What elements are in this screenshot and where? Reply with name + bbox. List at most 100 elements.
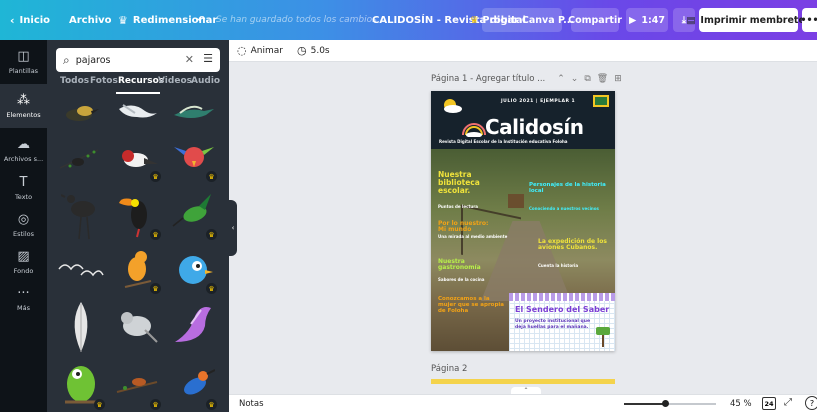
duplicate-icon[interactable]: ⧉ — [584, 74, 596, 84]
more-options-button[interactable]: ••• — [800, 8, 817, 32]
page-2[interactable] — [431, 379, 615, 384]
animate-button[interactable]: ◌ Animar — [237, 44, 283, 57]
help-icon[interactable]: ? — [805, 396, 817, 410]
graphic-bird-4[interactable] — [55, 134, 107, 184]
print-icon: ▤ — [686, 14, 696, 26]
graphic-bird-9[interactable]: ♛ — [167, 186, 219, 242]
home-button[interactable]: ‹ Inicio — [10, 0, 50, 40]
graphic-bird-10[interactable] — [55, 244, 107, 296]
zoom-slider-knob[interactable] — [662, 400, 669, 407]
bird-illustration — [61, 194, 95, 240]
headline-our-world-sub: Una mirada al medio ambiente — [438, 234, 508, 239]
bird-illustration — [59, 149, 99, 169]
headline-gastronomy: Nuestra gastronomía — [438, 258, 481, 272]
page-count-button[interactable]: 24 — [762, 397, 776, 410]
tab-all[interactable]: Todos — [60, 76, 89, 86]
sun-cloud-icon — [444, 99, 462, 113]
rail-item-more[interactable]: ··· Más — [0, 277, 47, 321]
graphic-bird-7[interactable] — [55, 186, 107, 242]
box-border-pattern — [509, 293, 615, 301]
magazine-subtitle: Revista Digital Escolar de la Institució… — [439, 139, 568, 144]
rail-item-templates[interactable]: ◫ Plantillas — [0, 40, 47, 84]
tab-photos[interactable]: Fotos — [90, 76, 118, 86]
template-icon: ◫ — [17, 48, 30, 64]
graphic-parrot[interactable]: ♛ — [55, 356, 107, 412]
chevron-up-icon: ⌃ — [523, 387, 529, 394]
chevron-up-icon[interactable]: ⌃ — [557, 74, 571, 84]
search-box: ⌕ ✕ ☰ — [56, 48, 220, 72]
left-rail: ◫ Plantillas ⁂ Elementos ☁ Archivos s... TT… — [0, 40, 47, 412]
zoom-level[interactable]: 45 % — [730, 399, 752, 409]
trash-icon[interactable]: 🗑 — [597, 74, 614, 84]
page-1-title[interactable]: Página 1 - Agregar título ... — [431, 74, 545, 84]
results-grid: ♛ ♛ ♛ ♛ ♛ ♛ ♛ ♛ ♛ — [53, 94, 223, 412]
notes-button[interactable]: Notas — [239, 399, 264, 409]
sendero-text: Un proyecto institucional que deja huell… — [515, 319, 591, 330]
graphic-kingfisher[interactable]: ♛ — [167, 356, 219, 412]
tree-sign-icon — [596, 327, 610, 347]
pro-crown-icon: ♛ — [150, 399, 161, 410]
filter-icon[interactable]: ☰ — [203, 52, 213, 65]
crown-icon: ♛ — [118, 13, 128, 27]
graphic-bird-6[interactable]: ♛ — [167, 134, 219, 184]
sketch-bird-illustration — [121, 312, 158, 343]
graphic-bird-11[interactable]: ♛ — [111, 244, 163, 296]
graphic-bird-3[interactable] — [167, 88, 219, 138]
top-bar: ‹ Inicio Archivo ♛ Redimensionar ↶ Se han … — [0, 0, 817, 40]
graphic-bird-2[interactable] — [111, 88, 163, 138]
page-1[interactable]: JULIO 2021 | EJEMPLAR 1 Calidosín Revist… — [431, 91, 615, 351]
undo-icon: ↶ — [197, 14, 206, 26]
fullscreen-icon[interactable]: ⤢ — [784, 397, 792, 408]
share-button[interactable]: Compartir — [568, 8, 622, 32]
clear-icon[interactable]: ✕ — [185, 53, 194, 66]
chevron-left-icon: ‹ — [231, 224, 235, 232]
pro-crown-icon: ♛ — [206, 283, 217, 294]
pro-crown-icon: ♛ — [150, 171, 161, 182]
search-input[interactable] — [75, 54, 176, 66]
play-icon: ▶ — [629, 14, 637, 26]
graphic-feather[interactable] — [55, 298, 107, 356]
graphic-bird-12[interactable]: ♛ — [167, 244, 219, 296]
collapse-panel-button[interactable]: ‹ — [229, 200, 237, 256]
try-canva-pro-button[interactable]: ♛ Probar Canva P... — [470, 8, 574, 32]
elements-panel: ⌕ ✕ ☰ Todos Fotos Recursos Videos Audio … — [47, 40, 229, 412]
graphic-bird-14[interactable] — [167, 298, 219, 356]
bird-illustration — [174, 105, 214, 118]
design-canvas: Página 1 - Agregar título ... ⌃⌄⧉🗑⊞ JULI… — [237, 62, 817, 384]
undo-button[interactable]: ↶ — [197, 0, 205, 40]
graphic-bird-5[interactable]: ♛ — [111, 134, 163, 184]
present-button[interactable]: ▶ 1:47 — [626, 8, 668, 32]
pro-crown-icon: ♛ — [150, 283, 161, 294]
tab-videos[interactable]: Videos — [158, 76, 192, 86]
bird-on-branch-illustration — [116, 378, 158, 393]
upload-icon: ☁ — [17, 136, 30, 152]
chevron-left-icon: ‹ — [10, 13, 15, 27]
headline-our-world: Por lo nuestro: Mi mundo — [438, 220, 489, 234]
graphic-bird-15[interactable]: ♛ — [111, 356, 163, 412]
crown-icon: ♛ — [470, 14, 479, 26]
background-icon: ▨ — [17, 248, 30, 264]
add-page-icon[interactable]: ⊞ — [614, 74, 628, 84]
headline-characters: Personajes de la historia local — [529, 182, 606, 194]
birds-flying-illustration — [58, 264, 104, 277]
headline-library: Nuestra biblioteca escolar. — [438, 170, 480, 196]
rail-item-elements[interactable]: ⁂ Elementos — [0, 84, 47, 128]
rainbow-cloud-icon — [462, 123, 486, 137]
page-2-title[interactable]: Página 2 — [431, 364, 467, 374]
feather-illustration — [74, 302, 88, 352]
file-menu[interactable]: Archivo — [69, 0, 112, 40]
graphic-bird-8[interactable]: ♛ — [111, 186, 163, 242]
zoom-slider[interactable] — [624, 400, 716, 407]
tab-audio[interactable]: Audio — [191, 76, 220, 86]
magazine-title: Calidosín — [485, 115, 584, 139]
print-button[interactable]: ▤ Imprimir membretes — [686, 8, 811, 32]
sendero-title: El Sendero del Saber — [515, 305, 610, 314]
page-1-header: Página 1 - Agregar título ... ⌃⌄⧉🗑⊞ — [431, 74, 628, 84]
elements-icon: ⁂ — [17, 92, 30, 108]
headline-gastronomy-sub: Sabores de la cocina — [438, 277, 485, 282]
graphic-bird-13[interactable] — [111, 298, 163, 356]
chevron-down-icon[interactable]: ⌄ — [571, 74, 585, 84]
issue-strip: JULIO 2021 | EJEMPLAR 1 — [501, 99, 576, 104]
duration-button[interactable]: ◷ 5.0s — [297, 44, 330, 57]
graphic-bird-1[interactable] — [55, 88, 107, 138]
